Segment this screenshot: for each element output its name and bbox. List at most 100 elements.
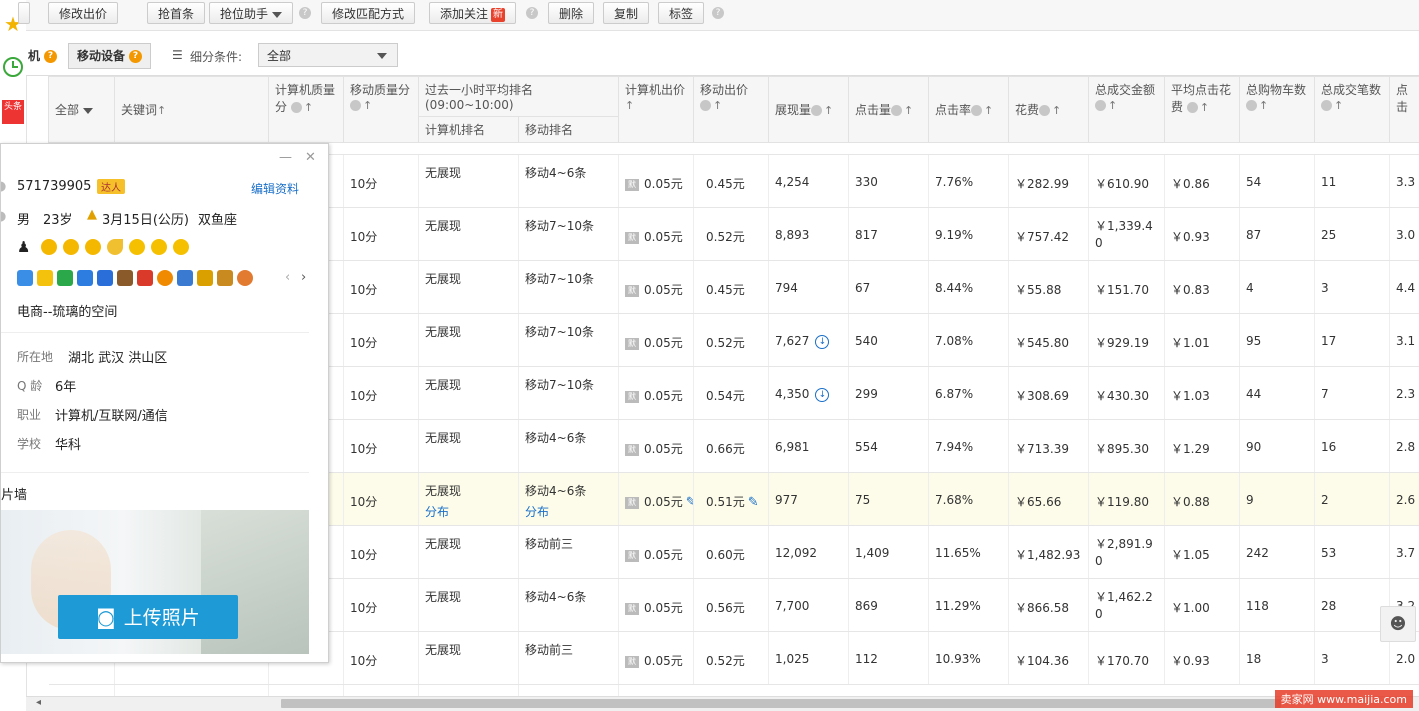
th-total-cart[interactable]: 总购物车数↑ xyxy=(1240,77,1315,143)
cell-pc-bid[interactable]: 默0.05元 xyxy=(619,261,694,314)
service-icon[interactable] xyxy=(177,270,193,286)
help-icon[interactable] xyxy=(891,105,902,116)
th-total-deals[interactable]: 总成交笔数↑ xyxy=(1315,77,1390,143)
close-icon[interactable]: ✕ xyxy=(305,150,316,165)
grab-assistant-button[interactable]: 抢位助手 xyxy=(209,2,293,24)
cell-pc-rank: 无展现 xyxy=(419,526,519,579)
distribution-link[interactable]: 分布 xyxy=(525,499,612,520)
help-icon[interactable] xyxy=(700,100,711,111)
help-icon[interactable] xyxy=(291,102,302,113)
add-follow-button[interactable]: 添加关注新 xyxy=(429,2,516,24)
customer-service-icon[interactable]: ☻ xyxy=(1380,606,1416,642)
modify-match-button[interactable]: 修改匹配方式 xyxy=(321,2,415,24)
service-icon[interactable] xyxy=(157,270,173,286)
modify-bid-button[interactable]: 修改出价 xyxy=(48,2,118,24)
cell-pc-bid[interactable]: 默0.05元 xyxy=(619,314,694,367)
cell-pc-bid[interactable]: 默0.05元 xyxy=(619,632,694,685)
help-icon[interactable] xyxy=(350,100,361,111)
service-icon[interactable] xyxy=(197,270,213,286)
th-pc-rank[interactable]: 计算机排名 xyxy=(419,117,519,143)
clock-icon[interactable] xyxy=(2,56,24,78)
th-ctr[interactable]: 点击率↑ xyxy=(929,77,1009,143)
scroll-left-icon[interactable]: ◂ xyxy=(36,697,41,708)
help-icon[interactable] xyxy=(1187,102,1198,113)
help-icon[interactable] xyxy=(1321,100,1332,111)
cell-mobile-bid[interactable]: 0.52元 xyxy=(694,208,769,261)
service-icon[interactable] xyxy=(217,270,233,286)
cell-pc-bid[interactable]: 默0.05元 xyxy=(619,420,694,473)
filter-partial-label[interactable]: 机? xyxy=(28,47,57,64)
cell-pc-bid[interactable]: 默0.05元 xyxy=(619,208,694,261)
cell-mobile-bid[interactable]: 0.52元 xyxy=(694,632,769,685)
mobile-device-button[interactable]: 移动设备? xyxy=(68,43,151,69)
cell-pc-bid[interactable]: 默0.05元 xyxy=(619,526,694,579)
segment-select[interactable]: 全部 xyxy=(258,43,398,67)
help-icon[interactable]: ? xyxy=(299,7,311,19)
cell-mobile-bid[interactable]: 0.52元 xyxy=(694,314,769,367)
th-mobile-quality[interactable]: 移动质量分↑ xyxy=(344,77,419,143)
distribution-link[interactable]: 分布 xyxy=(425,499,512,520)
th-avg-cpc[interactable]: 平均点击花费 ↑ xyxy=(1165,77,1240,143)
help-icon[interactable] xyxy=(971,105,982,116)
help-icon[interactable]: ? xyxy=(44,50,57,63)
edit-profile-link[interactable]: 编辑资料 xyxy=(251,180,299,197)
th-mobile-bid[interactable]: 移动出价↑ xyxy=(694,77,769,143)
help-icon[interactable]: ? xyxy=(712,7,724,19)
help-icon[interactable]: ? xyxy=(526,7,538,19)
edit-icon[interactable]: ✎ xyxy=(686,497,694,509)
minimize-icon[interactable]: — xyxy=(279,150,292,165)
horizontal-scrollbar[interactable]: ◂ xyxy=(26,696,1419,711)
th-all[interactable]: 全部 xyxy=(49,77,115,143)
service-icon[interactable] xyxy=(137,270,153,286)
toolbar-partial-button[interactable] xyxy=(18,2,30,24)
delete-button[interactable]: 删除 xyxy=(548,2,594,24)
toutiao-icon[interactable]: 头条 xyxy=(2,100,24,124)
service-icon[interactable] xyxy=(17,270,33,286)
cell-mobile-bid[interactable]: 0.51元✎ xyxy=(694,473,769,526)
cell-mobile-bid[interactable]: 0.54元 xyxy=(694,367,769,420)
th-pc-bid[interactable]: 计算机出价↑ xyxy=(619,77,694,143)
cell-mobile-bid[interactable]: 0.45元 xyxy=(694,261,769,314)
download-icon[interactable]: ↓ xyxy=(815,335,829,349)
cell-keyword[interactable]: ▯被套三件 xyxy=(115,685,269,697)
chevron-left-icon[interactable]: ‹ xyxy=(285,270,290,285)
chevron-right-icon[interactable]: › xyxy=(301,270,306,285)
grab-first-button[interactable]: 抢首条 xyxy=(147,2,205,24)
help-icon[interactable] xyxy=(1095,100,1106,111)
th-pc-quality[interactable]: 计算机质量分 ↑ xyxy=(269,77,344,143)
cell-pc-bid[interactable]: 默0.05元 xyxy=(619,155,694,208)
service-icon[interactable] xyxy=(237,270,253,286)
help-icon[interactable] xyxy=(811,105,822,116)
cell-pc-bid[interactable]: 默0.05元✎ xyxy=(619,473,694,526)
service-icon[interactable] xyxy=(117,270,133,286)
th-total-deal-amount[interactable]: 总成交金额↑ xyxy=(1089,77,1165,143)
help-icon[interactable] xyxy=(1039,105,1050,116)
help-icon[interactable] xyxy=(1246,100,1257,111)
upload-photo-button[interactable]: ◙上传照片 xyxy=(58,595,238,639)
cell-pc-bid[interactable]: 默0.05元 xyxy=(619,579,694,632)
th-last-partial[interactable]: 点击 xyxy=(1390,77,1419,143)
cell-pc-bid[interactable]: 默0.05元 xyxy=(619,367,694,420)
service-icons xyxy=(17,270,257,290)
copy-button[interactable]: 复制 xyxy=(603,2,649,24)
th-impressions[interactable]: 展现量↑ xyxy=(769,77,849,143)
th-keyword[interactable]: 关键词↑ xyxy=(115,77,269,143)
help-icon[interactable]: ? xyxy=(129,50,142,63)
scrollbar-thumb[interactable] xyxy=(281,699,1281,708)
service-icon[interactable] xyxy=(37,270,53,286)
cell-mobile-bid[interactable]: 0.66元 xyxy=(694,420,769,473)
cell-mobile-bid[interactable]: 0.60元 xyxy=(694,526,769,579)
th-cost[interactable]: 花费↑ xyxy=(1009,77,1089,143)
cell-checkbox[interactable] xyxy=(49,685,115,697)
th-clicks[interactable]: 点击量↑ xyxy=(849,77,929,143)
table-row[interactable]: ▯被套三件8分10分无展现移动前三 xyxy=(49,685,1419,697)
service-icon[interactable] xyxy=(97,270,113,286)
cell-mobile-bid[interactable]: 0.45元 xyxy=(694,155,769,208)
service-icon[interactable] xyxy=(77,270,93,286)
cell-mobile-bid[interactable]: 0.56元 xyxy=(694,579,769,632)
service-icon[interactable] xyxy=(57,270,73,286)
edit-icon[interactable]: ✎ xyxy=(748,497,760,509)
tag-button[interactable]: 标签 xyxy=(658,2,704,24)
download-icon[interactable]: ↓ xyxy=(815,388,829,402)
th-mobile-rank[interactable]: 移动排名 xyxy=(519,117,619,143)
